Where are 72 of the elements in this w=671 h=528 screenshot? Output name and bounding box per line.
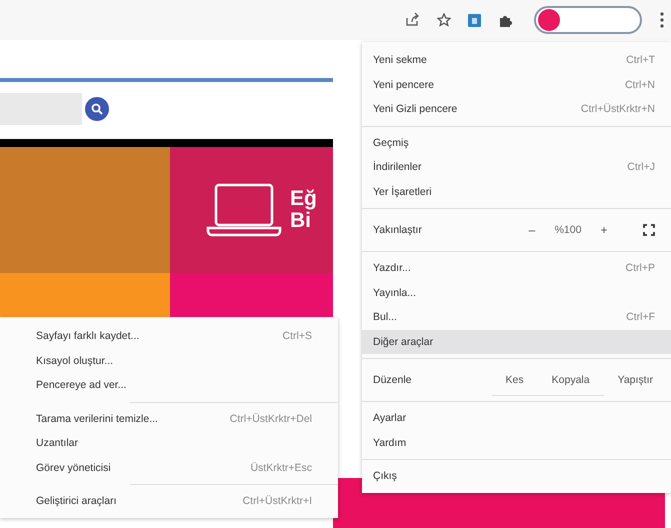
menu-item-label: Yazdır...: [373, 262, 412, 274]
avatar-icon: [538, 9, 560, 31]
zoom-value: %100: [554, 224, 582, 236]
menu-item[interactable]: Yayınla...: [362, 280, 671, 305]
menu-item[interactable]: Geliştirici araçları Ctrl+ÜstKrktr+I: [0, 489, 338, 514]
menu-item-label: Geçmiş: [373, 136, 410, 149]
edit-button[interactable]: Kopyala: [538, 364, 604, 396]
menu-item[interactable]: Çıkış: [362, 464, 671, 488]
menu-item-label: Kısayol oluştur...: [36, 354, 114, 367]
zoom-in-button[interactable]: +: [593, 223, 615, 237]
shortcut-label: Ctrl+N: [624, 78, 655, 91]
menu-item[interactable]: Yeni Gizli pencere Ctrl+ÜstKrktr+N: [362, 97, 671, 122]
menu-item-label: Düzenle: [373, 374, 413, 386]
shortcut-label: Ctrl+ÜstKrktr+Del: [230, 412, 312, 425]
shortcut-label: ÜstKrktr+Esc: [250, 462, 312, 474]
menu-item-label: Yeni Gizli pencere: [373, 103, 458, 116]
search-icon: [91, 103, 103, 115]
menu-item-label: Geliştirici araçları: [36, 495, 118, 508]
edit-button[interactable]: Kes: [492, 364, 538, 396]
menu-item-label: Diğer araçlar: [373, 336, 434, 348]
share-icon[interactable]: [404, 12, 420, 28]
menu-item[interactable]: Yer İşaretleri: [362, 180, 671, 204]
shortcut-label: Ctrl+J: [627, 161, 655, 174]
zoom-out-button[interactable]: –: [521, 223, 543, 237]
category-tile[interactable]: Eğ Bi: [170, 147, 333, 273]
category-tile[interactable]: [0, 147, 170, 273]
fullscreen-icon[interactable]: [643, 224, 655, 236]
menu-item[interactable]: Kısayol oluştur...: [0, 348, 338, 373]
menu-item-label: Yeni pencere: [373, 78, 435, 91]
shortcut-label: Ctrl+ÜstKrktr+N: [580, 103, 655, 116]
menu-item-label: Yakınlaştır: [373, 224, 423, 236]
menu-item[interactable]: Tarama verilerini temizle... Ctrl+ÜstKrktr+Del: [0, 406, 338, 431]
menu-item-label: Uzantılar: [36, 437, 80, 450]
laptop-icon: [206, 182, 282, 238]
menu-item-label: Yardım: [373, 436, 408, 449]
menu-item-label: Pencereye ad ver...: [36, 379, 128, 392]
menu-item-label: Tarama verilerini temizle...: [36, 412, 159, 425]
menu-item[interactable]: Yazdır... Ctrl+P: [362, 256, 671, 280]
menu-item[interactable]: Ayarlar: [362, 406, 671, 430]
menu-item-label: İndirilenler: [373, 161, 422, 174]
menu-item-label: Çıkış: [373, 470, 398, 482]
menu-item-label: Yer İşaretleri: [373, 186, 433, 198]
shortcut-label: Ctrl+P: [626, 262, 655, 274]
menu-item[interactable]: Yeni sekme Ctrl+T: [362, 48, 671, 72]
menu-item-label: Sayfayı farklı kaydet...: [36, 330, 140, 342]
profile-button[interactable]: [534, 6, 642, 34]
menu-item[interactable]: Yardım: [362, 430, 671, 455]
menu-item[interactable]: Sayfayı farklı kaydet... Ctrl+S: [0, 324, 338, 348]
menu-item-label: Yeni sekme: [373, 54, 428, 66]
menu-item-label: Ayarlar: [373, 412, 408, 424]
tile-title: Bi: [290, 210, 311, 232]
menu-item[interactable]: Yeni pencere Ctrl+N: [362, 72, 671, 97]
edit-button[interactable]: Yapıştır: [604, 365, 655, 395]
more-icon[interactable]: [659, 11, 665, 29]
tile-title: Eğ: [290, 188, 317, 210]
shortcut-label: Ctrl+T: [626, 54, 655, 66]
menu-item-label: Yayınla...: [373, 286, 417, 299]
menu-item-label: Bul...: [373, 311, 398, 324]
extension-icon[interactable]: [468, 14, 481, 26]
menu-item[interactable]: Görev yöneticisi ÜstKrktr+Esc: [0, 456, 338, 480]
star-icon[interactable]: [437, 13, 451, 27]
search-button[interactable]: [85, 97, 109, 121]
menu-item[interactable]: Bul... Ctrl+F: [362, 305, 671, 330]
menu-item[interactable]: Geçmiş: [362, 130, 671, 155]
menu-item[interactable]: Uzantılar: [0, 431, 338, 456]
menu-item[interactable]: İndirilenler Ctrl+J: [362, 155, 671, 180]
shortcut-label: Ctrl+F: [626, 311, 655, 324]
menu-item[interactable]: Pencereye ad ver...: [0, 373, 338, 398]
menu-item-label: Görev yöneticisi: [36, 462, 112, 474]
menu-item[interactable]: Diğer araçlar: [362, 330, 671, 354]
shortcut-label: Ctrl+S: [282, 330, 312, 342]
shortcut-label: Ctrl+ÜstKrktr+I: [242, 495, 312, 508]
